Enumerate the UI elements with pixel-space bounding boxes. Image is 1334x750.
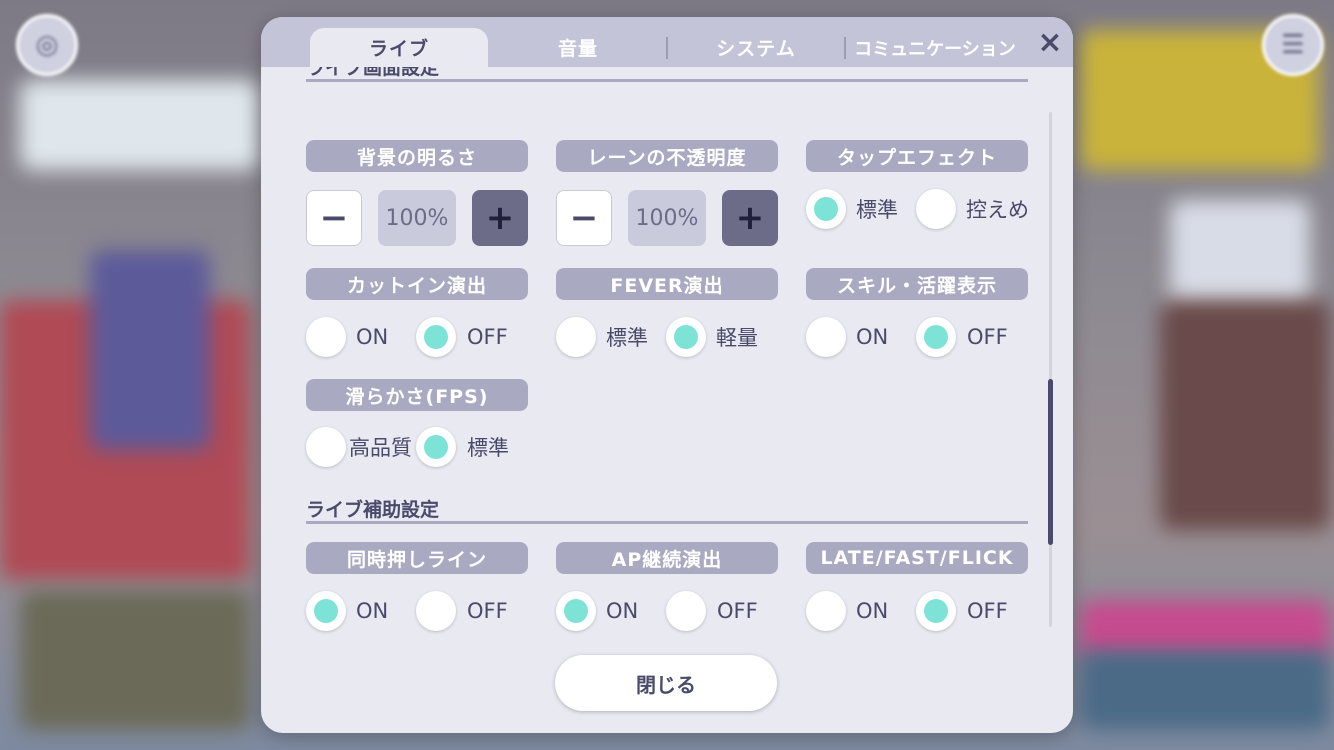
fps-standard-label: 標準 (467, 436, 509, 460)
close-button[interactable]: 閉じる (555, 655, 777, 711)
label-tap-effect: タップエフェクト (806, 140, 1028, 172)
cut-in-off-radio[interactable] (416, 317, 456, 357)
opacity-minus-button[interactable]: − (556, 190, 612, 246)
settings-modal: ライブ 音量 システム コミュニケーション × ライブ画面設定 背景の明るさ レ… (261, 17, 1073, 733)
late-fast-flick-on-label: ON (856, 599, 889, 623)
tap-effect-modest-radio[interactable] (916, 189, 956, 229)
settings-content: ライブ画面設定 背景の明るさ レーンの不透明度 タップエフェクト − 100% … (261, 67, 1073, 652)
tab-communication[interactable]: コミュニケーション (845, 28, 1025, 67)
tab-live[interactable]: ライブ (310, 28, 488, 67)
section-title-live-assist: ライブ補助設定 (306, 495, 1028, 524)
cut-in-on-label: ON (356, 325, 389, 349)
label-cut-in: カットイン演出 (306, 268, 528, 300)
cut-in-off-label: OFF (467, 325, 508, 349)
label-fever: FEVER演出 (556, 268, 778, 300)
tab-system[interactable]: システム (667, 28, 845, 67)
simultaneous-line-off-label: OFF (467, 599, 508, 623)
tab-volume[interactable]: 音量 (489, 28, 667, 67)
label-ap-effect: AP継続演出 (556, 542, 778, 574)
tap-effect-standard-radio[interactable] (806, 189, 846, 229)
simultaneous-line-on-label: ON (356, 599, 389, 623)
skill-display-on-radio[interactable] (806, 317, 846, 357)
late-fast-flick-off-radio[interactable] (916, 591, 956, 631)
skill-display-off-label: OFF (967, 325, 1008, 349)
scrollbar-track[interactable] (1049, 112, 1052, 627)
ap-effect-on-label: ON (606, 599, 639, 623)
fever-light-radio[interactable] (666, 317, 706, 357)
scrollbar-thumb[interactable] (1048, 379, 1053, 545)
opacity-plus-button[interactable]: + (722, 190, 778, 246)
close-icon[interactable]: × (1033, 25, 1067, 60)
section-title-live-screen: ライブ画面設定 (306, 67, 1028, 82)
fever-standard-label: 標準 (606, 326, 648, 350)
ap-effect-off-radio[interactable] (666, 591, 706, 631)
tap-effect-standard-label: 標準 (856, 198, 898, 222)
fps-high-quality-label: 高品質 (349, 436, 412, 460)
brightness-minus-button[interactable]: − (306, 190, 362, 246)
fever-light-label: 軽量 (716, 326, 758, 350)
tap-effect-modest-label: 控えめ (966, 198, 1029, 222)
fever-standard-radio[interactable] (556, 317, 596, 357)
late-fast-flick-on-radio[interactable] (806, 591, 846, 631)
brightness-plus-button[interactable]: + (472, 190, 528, 246)
label-skill-display: スキル・活躍表示 (806, 268, 1028, 300)
fps-standard-radio[interactable] (416, 427, 456, 467)
label-simultaneous-line: 同時押しライン (306, 542, 528, 574)
fps-high-quality-radio[interactable] (306, 427, 346, 467)
label-fps: 滑らかさ(FPS) (306, 379, 528, 411)
tab-bar: ライブ 音量 システム コミュニケーション × (261, 17, 1073, 67)
menu-icon: ☰ (1262, 14, 1324, 76)
ap-effect-off-label: OFF (717, 599, 758, 623)
ap-effect-on-radio[interactable] (556, 591, 596, 631)
opacity-value: 100% (628, 190, 706, 246)
label-background-brightness: 背景の明るさ (306, 140, 528, 172)
globe-icon: ◎ (16, 14, 78, 76)
skill-display-on-label: ON (856, 325, 889, 349)
simultaneous-line-off-radio[interactable] (416, 591, 456, 631)
cut-in-on-radio[interactable] (306, 317, 346, 357)
skill-display-off-radio[interactable] (916, 317, 956, 357)
simultaneous-line-on-radio[interactable] (306, 591, 346, 631)
label-lane-opacity: レーンの不透明度 (556, 140, 778, 172)
label-late-fast-flick: LATE/FAST/FLICK (806, 542, 1028, 574)
late-fast-flick-off-label: OFF (967, 599, 1008, 623)
brightness-value: 100% (378, 190, 456, 246)
